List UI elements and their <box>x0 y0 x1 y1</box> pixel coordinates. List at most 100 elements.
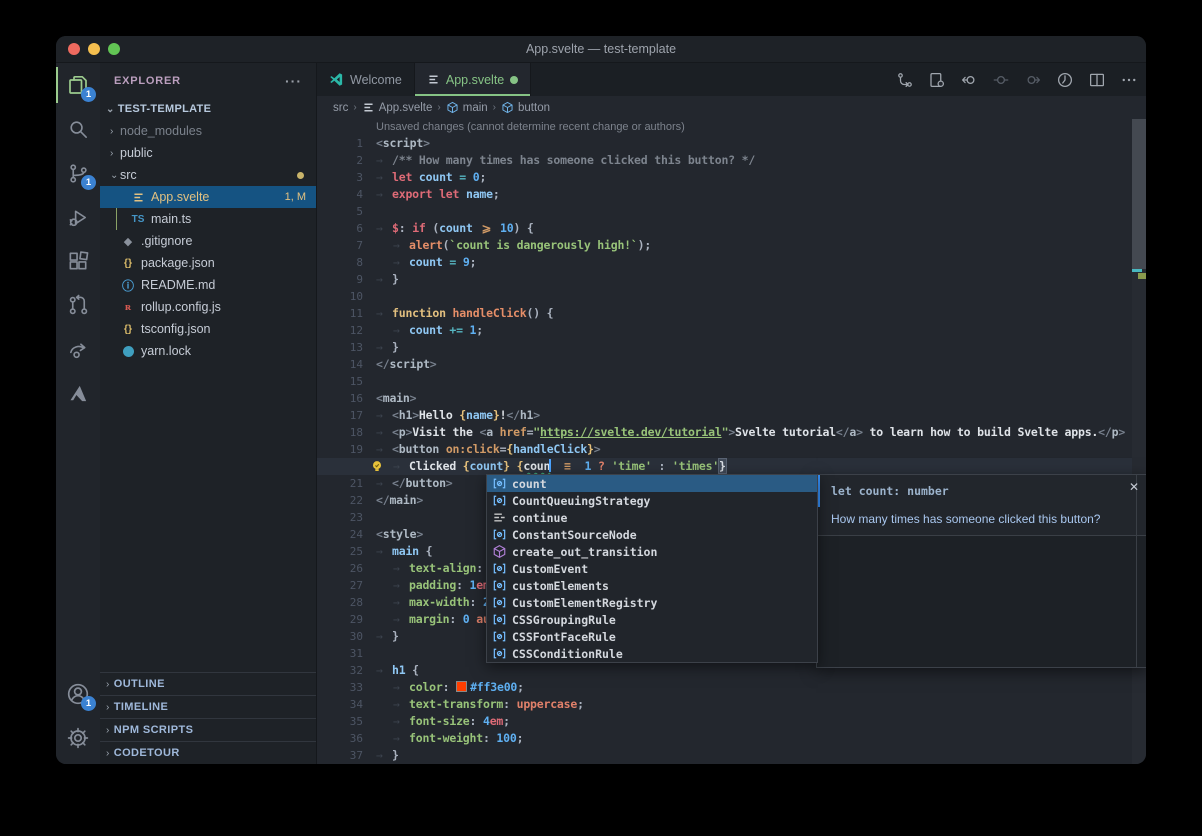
symbol-module-icon <box>491 544 507 560</box>
code-line-12[interactable]: 12→count += 1; <box>317 322 1132 339</box>
suggestion-create-out-transition[interactable]: create_out_transition <box>487 543 817 560</box>
code-line-3[interactable]: 3→let count = 0; <box>317 169 1132 186</box>
previous-change-icon[interactable] <box>960 71 978 89</box>
breadcrumb-item-button[interactable]: button <box>501 101 550 114</box>
source-control-icon[interactable]: 1 <box>56 151 100 195</box>
code-token: > <box>410 391 417 405</box>
code-line-34[interactable]: 34→text-transform: uppercase; <box>317 696 1132 713</box>
code-line-8[interactable]: 8→count = 9; <box>317 254 1132 271</box>
code-line-37[interactable]: 37→} <box>317 747 1132 764</box>
code-token: Hello <box>419 408 459 422</box>
json-file-icon: {} <box>120 321 136 337</box>
suggestion-label: ConstantSourceNode <box>512 528 637 542</box>
account-icon[interactable]: 1 <box>56 672 100 716</box>
line-content: <main> <box>376 391 416 405</box>
gitlens-compare-icon[interactable] <box>896 71 914 89</box>
scrollbar-slider[interactable] <box>1132 119 1146 269</box>
code-line-10[interactable]: 10 <box>317 288 1132 305</box>
file-heatmap-icon[interactable] <box>1056 71 1074 89</box>
suggestion-cssfontfacerule[interactable]: CSSFontFaceRule <box>487 628 817 645</box>
suggestion-constantsourcenode[interactable]: ConstantSourceNode <box>487 526 817 543</box>
explorer-item-package-json[interactable]: {}package.json <box>100 252 316 274</box>
code-line-9[interactable]: 9→} <box>317 271 1132 288</box>
tab-app-svelte[interactable]: App.svelte <box>415 63 531 96</box>
change-marker-icon[interactable] <box>992 71 1010 89</box>
suggestion-cssconditionrule[interactable]: CSSConditionRule <box>487 645 817 662</box>
suggestion-countqueuingstrategy[interactable]: CountQueuingStrategy <box>487 492 817 509</box>
code-line-20[interactable]: →Clicked {count} {coun ≡ 1 ? 'time' : 't… <box>317 458 1132 475</box>
lightbulb-icon[interactable] <box>370 459 384 474</box>
code-line-15[interactable]: 15 <box>317 373 1132 390</box>
code-line-17[interactable]: 17→<h1>Hello {name}!</h1> <box>317 407 1132 424</box>
explorer-item-src[interactable]: ⌄src <box>100 164 316 186</box>
breadcrumb-item-main[interactable]: main <box>446 101 488 114</box>
explorer-item-tsconfig-json[interactable]: {}tsconfig.json <box>100 318 316 340</box>
run-debug-icon[interactable] <box>56 195 100 239</box>
suggestion-customelementregistry[interactable]: CustomElementRegistry <box>487 594 817 611</box>
code-line-1[interactable]: 1<script> <box>317 135 1132 152</box>
code-line-36[interactable]: 36→font-weight: 100; <box>317 730 1132 747</box>
suggestion-continue[interactable]: continue <box>487 509 817 526</box>
section-outline[interactable]: ›OUTLINE <box>100 672 316 695</box>
breadcrumb-item-src[interactable]: src <box>333 102 348 114</box>
code-line-16[interactable]: 16<main> <box>317 390 1132 407</box>
json-file-icon: {} <box>120 255 136 271</box>
symbol-variable-icon <box>491 646 507 662</box>
close-icon[interactable]: ✕ <box>1129 481 1139 493</box>
live-share-icon[interactable] <box>56 327 100 371</box>
code-line-18[interactable]: 18→<p>Visit the <a href="https://svelte.… <box>317 424 1132 441</box>
code-token: > <box>856 425 863 439</box>
search-icon[interactable] <box>56 107 100 151</box>
explorer-item-yarn-lock[interactable]: yarn.lock <box>100 340 316 362</box>
explorer-item-readme-md[interactable]: ⓘREADME.md <box>100 274 316 296</box>
explorer-item-node-modules[interactable]: ›node_modules <box>100 120 316 142</box>
more-actions-icon[interactable] <box>1120 71 1138 89</box>
code-line-2[interactable]: 2→/** How many times has someone clicked… <box>317 152 1132 169</box>
code-line-11[interactable]: 11→function handleClick() { <box>317 305 1132 322</box>
suggestion-count[interactable]: count <box>487 475 817 492</box>
next-change-icon[interactable] <box>1024 71 1042 89</box>
code-line-13[interactable]: 13→} <box>317 339 1132 356</box>
explorer-item-rollup-config-js[interactable]: ʀrollup.config.js <box>100 296 316 318</box>
code-token: → <box>376 543 392 560</box>
line-number: 9 <box>317 271 363 288</box>
suggestion-customevent[interactable]: CustomEvent <box>487 560 817 577</box>
explorer-item-main-ts[interactable]: TSmain.ts <box>100 208 316 230</box>
explorer-item--gitignore[interactable]: ◆.gitignore <box>100 230 316 252</box>
suggestion-customelements[interactable]: customElements <box>487 577 817 594</box>
code-token: 9 <box>463 255 470 269</box>
extensions-icon[interactable] <box>56 239 100 283</box>
code-line-35[interactable]: 35→font-size: 4em; <box>317 713 1132 730</box>
code-line-33[interactable]: 33→color: #ff3e00; <box>317 679 1132 696</box>
explorer-icon[interactable]: 1 <box>56 63 100 107</box>
section-timeline[interactable]: ›TIMELINE <box>100 695 316 718</box>
code-token: ⩾ <box>479 220 493 237</box>
breadcrumb-item-app-svelte[interactable]: App.svelte <box>362 101 433 114</box>
title-bar[interactable]: App.svelte — test-template <box>56 36 1146 63</box>
explorer-more-actions-icon[interactable]: ··· <box>285 73 302 89</box>
explorer-item-public[interactable]: ›public <box>100 142 316 164</box>
code-token: > <box>416 527 423 541</box>
code-line-4[interactable]: 4→export let name; <box>317 186 1132 203</box>
line-content: →} <box>376 748 399 762</box>
explorer-root-folder[interactable]: ⌄ TEST-TEMPLATE <box>100 98 316 120</box>
section-codetour[interactable]: ›CODETOUR <box>100 741 316 764</box>
explorer-item-app-svelte[interactable]: App.svelte1, M <box>100 186 316 208</box>
suggestion-cssgroupingrule[interactable]: CSSGroupingRule <box>487 611 817 628</box>
github-pr-icon[interactable] <box>56 283 100 327</box>
code-token: < <box>376 527 383 541</box>
code-token: </ <box>392 476 405 490</box>
split-editor-icon[interactable] <box>1088 71 1106 89</box>
open-changes-icon[interactable] <box>928 71 946 89</box>
code-line-6[interactable]: 6→$: if (count ⩾ 10) { <box>317 220 1132 237</box>
badge: 1 <box>81 87 96 102</box>
settings-gear-icon[interactable] <box>56 716 100 760</box>
tab-welcome[interactable]: Welcome <box>317 63 415 96</box>
code-line-19[interactable]: 19→<button on:click={handleClick}> <box>317 441 1132 458</box>
code-line-14[interactable]: 14</script> <box>317 356 1132 373</box>
section-npm-scripts[interactable]: ›NPM SCRIPTS <box>100 718 316 741</box>
code-line-5[interactable]: 5 <box>317 203 1132 220</box>
code-line-7[interactable]: 7→alert(`count is dangerously high!`); <box>317 237 1132 254</box>
tab-label: App.svelte <box>446 73 504 87</box>
azure-icon[interactable] <box>56 371 100 415</box>
